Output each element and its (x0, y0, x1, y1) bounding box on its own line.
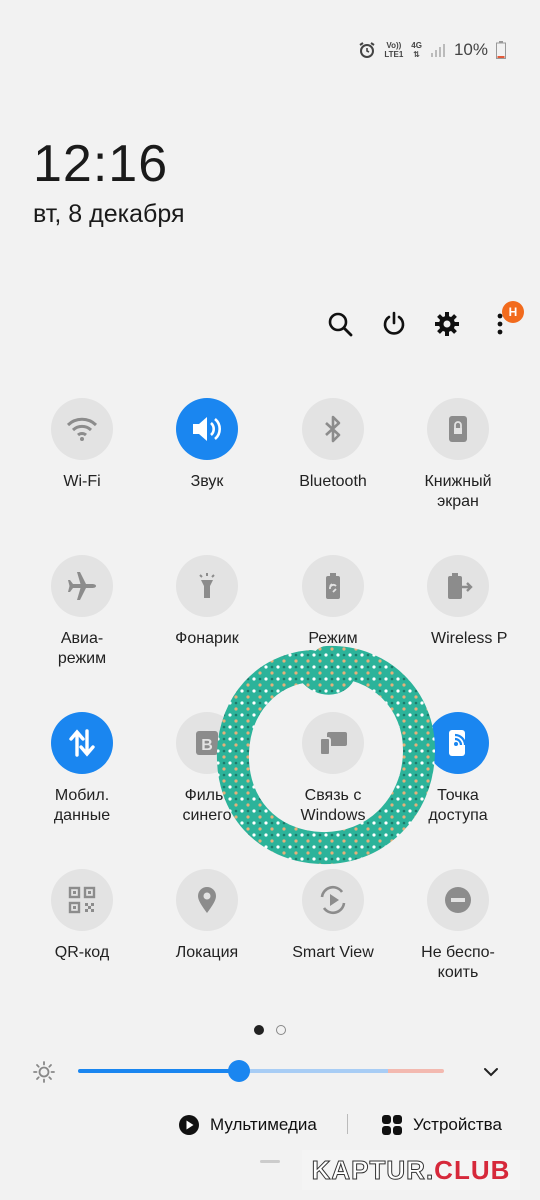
qr-code-icon (68, 886, 96, 914)
tile-label: QR-код (54, 944, 110, 961)
tile-qr-code-button[interactable] (51, 869, 113, 931)
airplane-icon (68, 572, 96, 600)
tile-label: Bluetooth (299, 473, 367, 490)
brightness-track-filled (78, 1069, 238, 1073)
tile-label: Wi-Fi (63, 473, 101, 490)
brightness-thumb[interactable] (228, 1060, 250, 1082)
date: вт, 8 декабря (33, 200, 185, 228)
battery-saver-icon (326, 573, 340, 599)
network-type-indicator: 4G ⇅ (411, 41, 422, 59)
tile-mobile-data-button[interactable] (51, 712, 113, 774)
tile-hotspot-button[interactable] (427, 712, 489, 774)
highlight-circle-annotation (216, 645, 435, 865)
watermark-logo: KAPTUR. CLUB (302, 1150, 520, 1190)
battery-icon (496, 41, 506, 59)
flashlight-icon (199, 573, 215, 598)
power-icon (383, 311, 405, 335)
tile-mobile-data[interactable]: Мобил. данные (17, 712, 147, 826)
tile-bluetooth[interactable]: Bluetooth (268, 398, 398, 492)
tile-bluetooth-button[interactable] (302, 398, 364, 460)
devices-label: Устройства (413, 1115, 502, 1134)
brightness-track (238, 1069, 388, 1073)
panel-actions (0, 304, 540, 344)
tile-sound[interactable]: Звук (142, 398, 272, 492)
signal-icon (430, 44, 445, 57)
tile-label: Smart View (292, 944, 374, 961)
devices-button[interactable]: Устройства (381, 1110, 502, 1140)
tile-label: Звук (190, 473, 224, 490)
tile-wifi-button[interactable] (51, 398, 113, 460)
tile-portrait-lock-button[interactable] (427, 398, 489, 460)
tile-do-not-disturb[interactable]: Не беспо- коить (393, 869, 523, 983)
devices-grid-icon (382, 1115, 402, 1135)
sound-icon (193, 417, 221, 441)
divider (347, 1114, 348, 1134)
svg-text:B: B (201, 737, 213, 754)
wireless-powershare-icon (448, 573, 473, 599)
media-output-label: Мультимедиа (210, 1115, 317, 1134)
mobile-data-icon (69, 729, 95, 757)
tile-location-button[interactable] (176, 869, 238, 931)
tile-label: Авиа- режим (57, 630, 107, 667)
smart-view-icon (320, 885, 346, 915)
page-dot[interactable] (276, 1025, 286, 1035)
brightness-icon (33, 1061, 55, 1083)
tile-location[interactable]: Локация (142, 869, 272, 963)
media-output-button[interactable]: Мультимедиа (178, 1110, 317, 1140)
notification-badge: H (502, 301, 524, 323)
tile-qr-code[interactable]: QR-код (17, 869, 147, 963)
power-button[interactable] (374, 304, 414, 344)
bottom-links: Мультимедиа Устройства (0, 1110, 540, 1140)
tile-power-saving-button[interactable] (302, 555, 364, 617)
tile-wifi[interactable]: Wi-Fi (17, 398, 147, 492)
portrait-lock-icon (449, 416, 467, 442)
tile-wireless-powershare-button[interactable] (427, 555, 489, 617)
brightness-control (0, 1058, 540, 1086)
tile-do-not-disturb-button[interactable] (427, 869, 489, 931)
alarm-icon (359, 42, 375, 58)
tile-label: Книжный экран (424, 473, 492, 510)
brightness-track-end (388, 1069, 444, 1073)
tile-smart-view[interactable]: Smart View (268, 869, 398, 963)
tile-smart-view-button[interactable] (302, 869, 364, 931)
tile-airplane-button[interactable] (51, 555, 113, 617)
chevron-down-icon[interactable] (481, 1062, 501, 1082)
bluetooth-icon (325, 415, 341, 443)
status-bar: Vo)) LTE1 4G ⇅ 10% (358, 40, 506, 60)
settings-button[interactable] (427, 304, 467, 344)
tile-power-saving[interactable]: Режим (268, 555, 398, 649)
tile-flashlight[interactable]: Фонарик (142, 555, 272, 649)
tile-flashlight-button[interactable] (176, 555, 238, 617)
play-circle-icon (179, 1115, 199, 1135)
search-button[interactable] (320, 304, 360, 344)
page-indicator (254, 1025, 286, 1035)
page-dot-active[interactable] (254, 1025, 264, 1035)
tile-label: Локация (175, 944, 239, 961)
location-icon (198, 887, 216, 913)
search-icon (328, 312, 353, 337)
tile-label: Не беспо- коить (421, 944, 495, 981)
tile-sound-button[interactable] (176, 398, 238, 460)
clock: 12:16 (33, 135, 169, 193)
volte-indicator: Vo)) LTE1 (384, 41, 404, 59)
tile-label: Мобил. данные (53, 787, 111, 824)
tile-airplane[interactable]: Авиа- режим (17, 555, 147, 669)
hotspot-icon (449, 730, 467, 756)
wifi-icon (66, 417, 98, 441)
panel-handle[interactable] (260, 1160, 280, 1163)
tile-label: Wireless P (431, 630, 508, 647)
gear-icon (435, 312, 459, 336)
tile-portrait-lock[interactable]: Книжный экран (393, 398, 523, 512)
battery-percent: 10% (453, 40, 488, 59)
do-not-disturb-icon (445, 887, 471, 913)
tile-wireless-powershare[interactable]: Wireless P (393, 555, 523, 649)
